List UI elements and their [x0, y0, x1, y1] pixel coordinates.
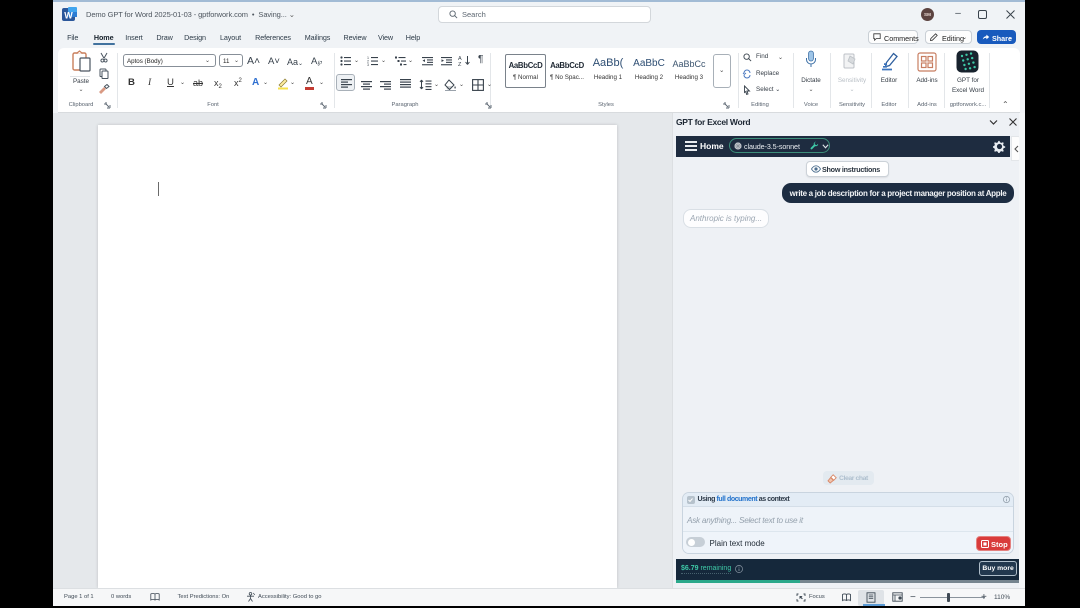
- svg-text:W: W: [64, 11, 73, 21]
- svg-text:3: 3: [367, 63, 369, 66]
- svg-text:Z: Z: [458, 62, 462, 66]
